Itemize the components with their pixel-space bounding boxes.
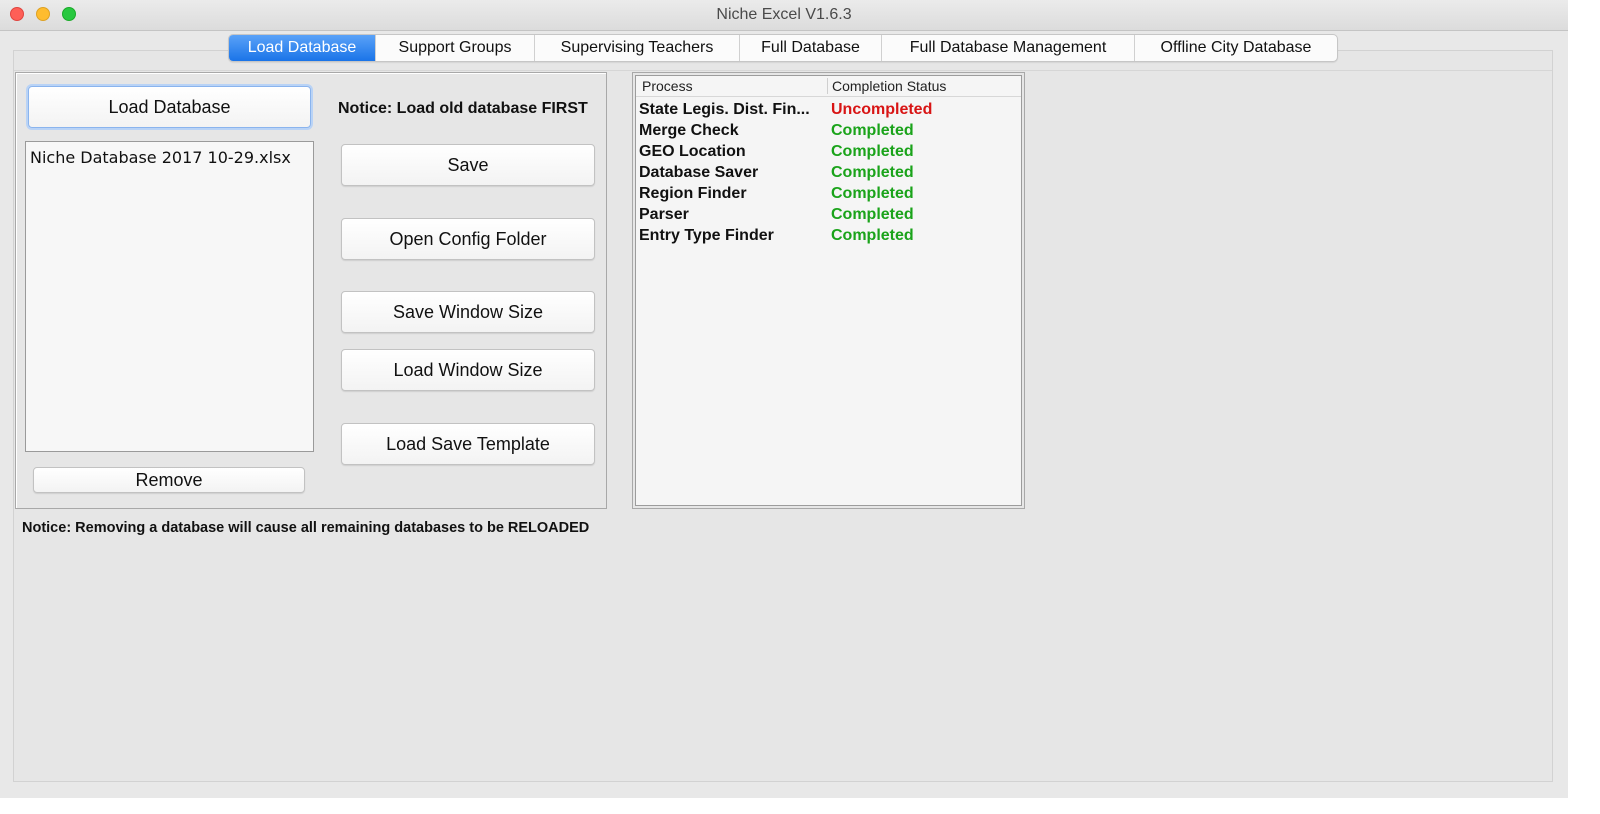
process-name: State Legis. Dist. Fin... bbox=[639, 101, 810, 118]
completion-status: Completed bbox=[831, 164, 914, 181]
process-name: Entry Type Finder bbox=[639, 227, 774, 244]
save-window-size-button[interactable]: Save Window Size bbox=[341, 291, 595, 333]
tab-bar: Load Database Support Groups Supervising… bbox=[228, 34, 1338, 62]
tab-support-groups[interactable]: Support Groups bbox=[376, 35, 535, 61]
load-window-size-button[interactable]: Load Window Size bbox=[341, 349, 595, 391]
load-save-template-button[interactable]: Load Save Template bbox=[341, 423, 595, 465]
app-window: Niche Excel V1.6.3 Load Database Support… bbox=[0, 0, 1568, 798]
process-name: Parser bbox=[639, 206, 689, 223]
column-header-completion-status[interactable]: Completion Status bbox=[832, 78, 946, 94]
completion-status: Completed bbox=[831, 185, 914, 202]
table-row[interactable]: Entry Type Finder Completed bbox=[636, 227, 1021, 248]
tab-load-database[interactable]: Load Database bbox=[229, 35, 376, 61]
process-table[interactable]: Process Completion Status State Legis. D… bbox=[635, 75, 1022, 506]
completion-status: Completed bbox=[831, 122, 914, 139]
tab-strip-divider bbox=[14, 70, 1552, 71]
list-item[interactable]: Niche Database 2017 10-29.xlsx bbox=[30, 148, 291, 167]
process-name: GEO Location bbox=[639, 143, 746, 160]
table-header: Process Completion Status bbox=[636, 76, 1021, 97]
completion-status: Completed bbox=[831, 227, 914, 244]
tab-full-database-management[interactable]: Full Database Management bbox=[882, 35, 1135, 61]
load-database-button[interactable]: Load Database bbox=[28, 86, 311, 128]
table-row[interactable]: Database Saver Completed bbox=[636, 164, 1021, 185]
save-button[interactable]: Save bbox=[341, 144, 595, 186]
table-row[interactable]: Parser Completed bbox=[636, 206, 1021, 227]
completion-status: Completed bbox=[831, 206, 914, 223]
column-header-process[interactable]: Process bbox=[642, 78, 693, 94]
tab-offline-city-database[interactable]: Offline City Database bbox=[1135, 35, 1337, 61]
load-order-notice: Notice: Load old database FIRST bbox=[338, 100, 588, 117]
completion-status: Uncompleted bbox=[831, 101, 933, 118]
tab-full-database[interactable]: Full Database bbox=[740, 35, 882, 61]
table-row[interactable]: Merge Check Completed bbox=[636, 122, 1021, 143]
database-file-list[interactable]: Niche Database 2017 10-29.xlsx bbox=[25, 141, 314, 452]
remove-notice: Notice: Removing a database will cause a… bbox=[22, 520, 590, 536]
column-divider[interactable] bbox=[827, 78, 828, 94]
process-name: Region Finder bbox=[639, 185, 747, 202]
open-config-folder-button[interactable]: Open Config Folder bbox=[341, 218, 595, 260]
tab-supervising-teachers[interactable]: Supervising Teachers bbox=[535, 35, 740, 61]
process-name: Database Saver bbox=[639, 164, 759, 181]
table-row[interactable]: State Legis. Dist. Fin... Uncompleted bbox=[636, 101, 1021, 122]
table-row[interactable]: Region Finder Completed bbox=[636, 185, 1021, 206]
completion-status: Completed bbox=[831, 143, 914, 160]
table-row[interactable]: GEO Location Completed bbox=[636, 143, 1021, 164]
remove-button[interactable]: Remove bbox=[33, 467, 305, 493]
process-name: Merge Check bbox=[639, 122, 739, 139]
title-bar[interactable]: Niche Excel V1.6.3 bbox=[0, 0, 1568, 31]
process-status-panel: Process Completion Status State Legis. D… bbox=[632, 72, 1025, 509]
window-title: Niche Excel V1.6.3 bbox=[716, 6, 852, 23]
